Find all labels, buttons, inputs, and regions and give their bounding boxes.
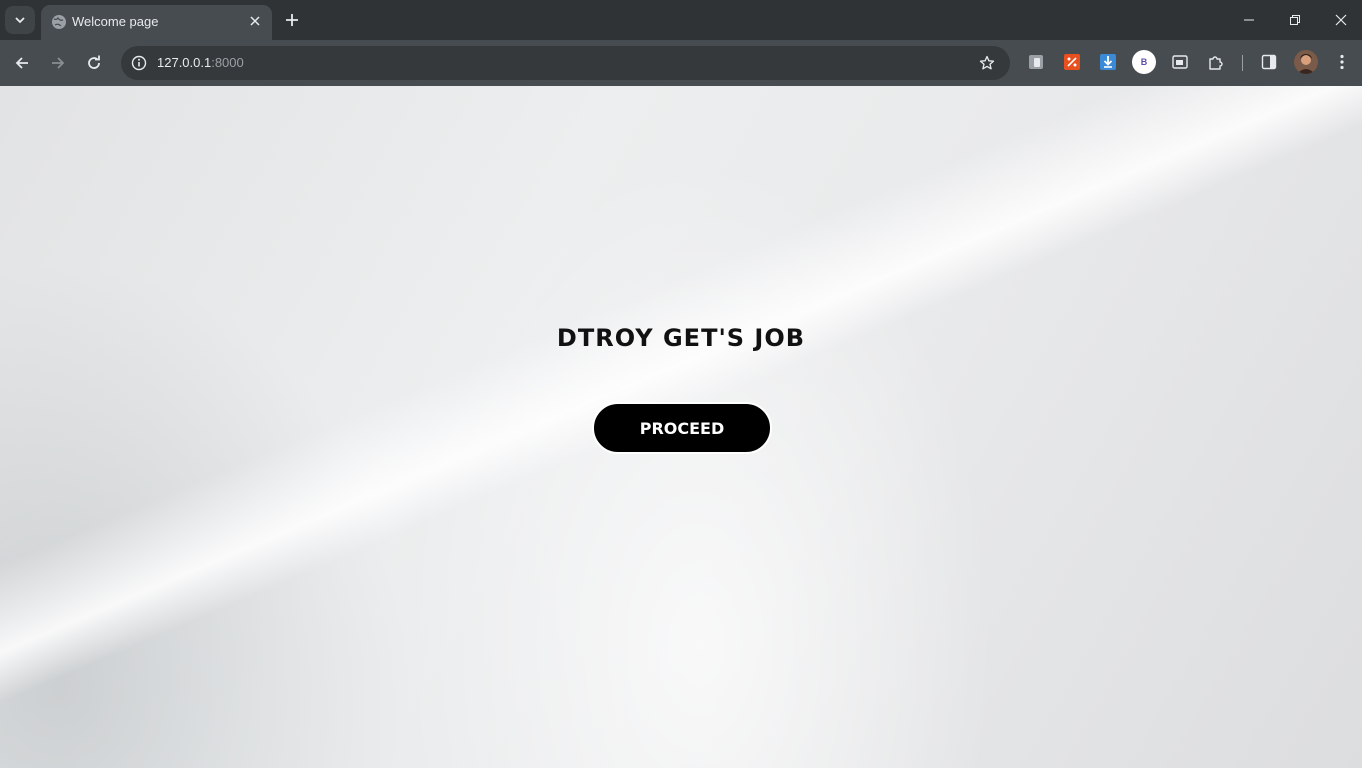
tab-strip: Welcome page: [0, 0, 1362, 40]
restore-button[interactable]: [1272, 0, 1318, 40]
reload-button[interactable]: [80, 49, 108, 77]
site-info-button[interactable]: [129, 53, 149, 73]
close-icon: [1335, 14, 1347, 26]
close-icon: [250, 16, 260, 26]
download-extension-button[interactable]: [1097, 51, 1119, 73]
puzzle-icon: [1209, 56, 1223, 70]
url-port: :8000: [211, 55, 244, 70]
address-bar[interactable]: 127.0.0.1:8000: [121, 46, 1010, 80]
bookmark-button[interactable]: [978, 54, 996, 72]
active-tab[interactable]: Welcome page: [41, 5, 272, 40]
tab-title: Welcome page: [72, 14, 159, 29]
new-tab-button[interactable]: [281, 9, 303, 31]
download-icon: [1100, 54, 1116, 70]
picture-in-picture-icon: [1172, 55, 1188, 69]
arrow-left-icon: [15, 57, 28, 69]
forward-button[interactable]: [44, 49, 72, 77]
arrow-right-icon: [52, 57, 65, 69]
tab-search-button[interactable]: [5, 6, 35, 34]
globe-icon: [52, 15, 66, 29]
avatar: [1294, 50, 1318, 74]
proceed-button[interactable]: PROCEED: [592, 402, 772, 454]
restore-icon: [1290, 15, 1300, 25]
side-panel-button[interactable]: [1258, 51, 1280, 73]
minimize-button[interactable]: [1226, 0, 1272, 40]
extension-tile-icon: [1029, 55, 1043, 69]
profile-b-extension-button[interactable]: B: [1132, 50, 1156, 74]
info-icon: [131, 55, 147, 71]
url-host: 127.0.0.1: [157, 55, 212, 70]
minimize-icon: [1244, 19, 1254, 21]
tab-close-button[interactable]: [247, 13, 263, 29]
side-panel-icon: [1261, 54, 1277, 70]
url-text[interactable]: 127.0.0.1:8000: [157, 55, 244, 70]
picture-in-picture-button[interactable]: [1169, 51, 1191, 73]
extension-2-button[interactable]: [1061, 51, 1083, 73]
profile-avatar-button[interactable]: [1294, 50, 1318, 74]
page-content: DTROY GET'S JOB PROCEED: [0, 86, 1362, 768]
browser-menu-button[interactable]: [1331, 51, 1353, 73]
close-window-button[interactable]: [1318, 0, 1362, 40]
back-button[interactable]: [8, 49, 36, 77]
toolbar-divider: [1242, 55, 1243, 71]
chevron-down-icon: [15, 17, 25, 24]
page-title: DTROY GET'S JOB: [556, 324, 806, 352]
extension-1-button[interactable]: [1025, 51, 1047, 73]
browser-toolbar: 127.0.0.1:8000 B: [0, 40, 1362, 86]
more-vert-icon: [1340, 54, 1344, 70]
extension-avatar-letter: B: [1140, 57, 1148, 67]
extensions-button[interactable]: [1205, 51, 1227, 73]
percent-tile-icon: [1064, 54, 1080, 70]
reload-icon: [88, 55, 100, 69]
plus-icon: [286, 14, 298, 26]
star-icon: [979, 55, 995, 70]
